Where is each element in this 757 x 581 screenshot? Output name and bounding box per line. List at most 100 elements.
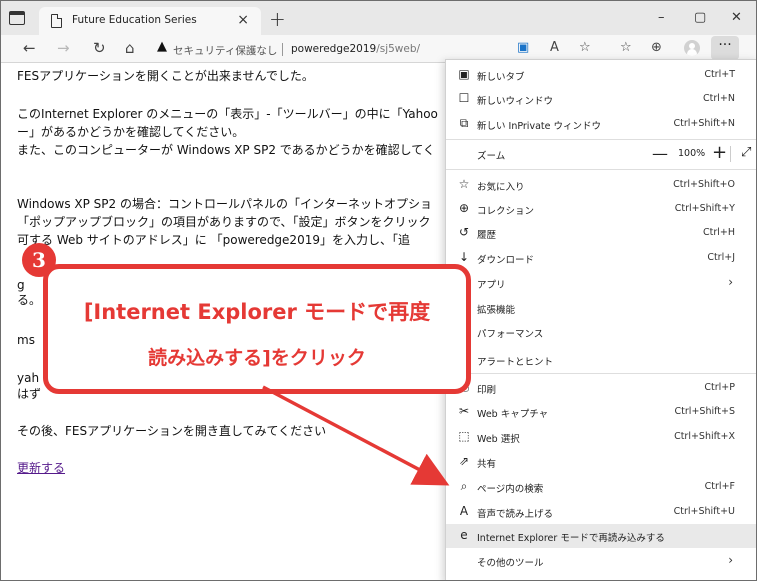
menu-separator (446, 139, 756, 140)
tab-close-icon[interactable]: × (237, 12, 249, 28)
collections-icon: ⊕ (458, 201, 470, 215)
menu-item-label: 印刷 (477, 385, 497, 396)
forward-button[interactable]: → (57, 39, 70, 57)
menu-item-web-select[interactable]: ⬚ Web 選択 Ctrl+Shift+X (446, 425, 756, 449)
menu-item-label: ズーム (477, 151, 506, 162)
settings-menu: ▣ 新しいタブ Ctrl+T ☐ 新しいウィンドウ Ctrl+N ⧉ 新しい I… (445, 59, 756, 580)
page-text-line: また、このコンピューターが Windows XP SP2 であるかどうかを確認し… (17, 143, 435, 157)
profile-avatar[interactable] (684, 40, 700, 56)
url-path: /sj5web/ (376, 43, 421, 55)
zoom-in-button[interactable]: + (712, 142, 727, 163)
menu-item-label: ダウンロード (477, 255, 535, 266)
menu-item-label: コレクション (477, 206, 535, 217)
menu-item-label: 拡張機能 (477, 305, 516, 316)
menu-item-favorites[interactable]: ☆ お気に入り Ctrl+Shift+O (446, 173, 756, 197)
fullscreen-icon[interactable]: ⤢ (741, 145, 751, 160)
new-window-icon: ☐ (458, 91, 470, 105)
security-status[interactable]: セキュリティ保護なし (173, 43, 277, 58)
menu-item-find[interactable]: ⌕ ページ内の検索 Ctrl+F (446, 475, 756, 499)
menu-item-collections[interactable]: ⊕ コレクション Ctrl+Shift+Y (446, 197, 756, 221)
menu-item-performance[interactable]: ♡ パフォーマンス (446, 320, 756, 344)
page-text-line: 可する Web サイトのアドレス」に 「poweredge2019」を入力し、「… (17, 233, 410, 247)
page-text-line: Windows XP SP2 の場合：コントロールパネルの「インターネットオプシ… (17, 197, 432, 211)
menu-item-more-tools[interactable]: その他のツール › (446, 549, 756, 573)
menu-item-shortcut: Ctrl+Shift+Y (674, 203, 735, 214)
menu-item-downloads[interactable]: ↓ ダウンロード Ctrl+J (446, 246, 756, 270)
menu-item-shortcut: Ctrl+Shift+N (673, 118, 735, 129)
menu-item-history[interactable]: ↺ 履歴 Ctrl+H (446, 221, 756, 245)
menu-item-shortcut: Ctrl+N (703, 93, 735, 104)
maximize-button[interactable]: ▢ (694, 10, 706, 25)
tab-title: Future Education Series (72, 14, 197, 26)
menu-item-shortcut: Ctrl+J (707, 252, 735, 263)
menu-item-share[interactable]: ⇗ 共有 (446, 450, 756, 474)
settings-more-button[interactable]: ··· (711, 36, 739, 60)
favorites-icon[interactable]: ☆ (620, 40, 632, 55)
web-capture-icon: ✂ (458, 404, 470, 418)
address-bar[interactable]: ▲ セキュリティ保護なし poweredge2019/sj5web/ (151, 37, 511, 61)
menu-item-apps[interactable]: ⊞ アプリ › (446, 271, 756, 295)
menu-item-shortcut: Ctrl+Shift+X (674, 431, 735, 442)
read-aloud-icon: A (459, 504, 469, 518)
address-divider (282, 43, 283, 56)
chevron-right-icon: › (728, 553, 733, 567)
menu-item-label: 新しいタブ (477, 72, 525, 83)
page-text-line: る。 (17, 293, 42, 307)
menu-item-alerts[interactable]: ♫ アラートとヒント (446, 348, 756, 372)
menu-item-label: アラートとヒント (477, 357, 554, 368)
menu-item-ie-mode-reload[interactable]: e Internet Explorer モードで再読み込みする (446, 524, 756, 548)
menu-item-label: Web キャプチャ (477, 409, 549, 420)
menu-item-shortcut: Ctrl+Shift+O (673, 179, 735, 190)
menu-item-inprivate[interactable]: ⧉ 新しい InPrivate ウィンドウ Ctrl+Shift+N (446, 112, 756, 136)
inprivate-icon: ⧉ (459, 116, 469, 130)
new-tab-button[interactable]: + (269, 7, 286, 31)
menu-item-shortcut: Ctrl+T (704, 69, 735, 80)
page-text-line: 「ポップアップブロック」の項目がありますので、「設定」ボタンをクリック (17, 215, 431, 229)
instruction-callout: [Internet Explorer モードで再度 読み込みする]をクリック (43, 264, 471, 394)
menu-item-label: 新しいウィンドウ (477, 96, 554, 107)
menu-item-print[interactable]: ⎙ 印刷 Ctrl+P (446, 376, 756, 400)
menu-item-label: 音声で読み上げる (477, 509, 554, 520)
back-button[interactable]: ← (23, 39, 36, 57)
callout-text-line2: 読み込みする]をクリック (148, 347, 366, 369)
page-text-line: その後、FESアプリケーションを開き直してみてください (17, 424, 327, 438)
step-number-badge: 3 (22, 243, 56, 277)
menu-item-extensions[interactable]: ◈ 拡張機能 (446, 296, 756, 320)
chevron-right-icon: › (728, 275, 733, 289)
menu-item-shortcut: Ctrl+P (704, 382, 735, 393)
page-text-line: ー」があるかどうかを確認してください。 (17, 125, 245, 139)
close-window-button[interactable]: ✕ (731, 10, 742, 25)
menu-item-zoom: ズーム — 100% + ⤢ (446, 142, 756, 166)
history-icon: ↺ (458, 225, 470, 239)
page-text-line: FESアプリケーションを開くことが出来ませんでした。 (17, 69, 314, 83)
menu-item-web-capture[interactable]: ✂ Web キャプチャ Ctrl+Shift+S (446, 400, 756, 424)
warning-icon[interactable]: ▲ (157, 39, 167, 54)
minimize-button[interactable]: – (658, 10, 665, 25)
new-tab-icon: ▣ (458, 67, 470, 81)
read-aloud-icon[interactable]: A (550, 40, 559, 55)
menu-item-new-window[interactable]: ☐ 新しいウィンドウ Ctrl+N (446, 87, 756, 111)
zoom-out-button[interactable]: — (652, 144, 668, 163)
app-available-icon[interactable]: ▣ (517, 40, 529, 55)
add-favorite-icon[interactable]: ☆ (579, 40, 591, 55)
browser-window: Future Education Series × + – ▢ ✕ ← → ↻ … (0, 0, 757, 581)
collections-icon[interactable]: ⊕ (651, 40, 662, 55)
menu-item-label: 履歴 (477, 230, 497, 241)
zoom-level: 100% (678, 148, 706, 159)
favorites-icon: ☆ (458, 177, 470, 191)
menu-item-new-tab[interactable]: ▣ 新しいタブ Ctrl+T (446, 63, 756, 87)
home-button[interactable]: ⌂ (125, 39, 135, 57)
refresh-link[interactable]: 更新する (17, 459, 65, 477)
menu-item-shortcut: Ctrl+Shift+U (673, 506, 735, 517)
zoom-divider (730, 146, 731, 162)
menu-item-label: その他のツール (477, 558, 544, 569)
menu-separator (446, 373, 756, 374)
refresh-button[interactable]: ↻ (93, 39, 106, 57)
callout-text-line1: [Internet Explorer モードで再度 (83, 300, 431, 324)
page-text-line: このInternet Explorer のメニューの「表示」-「ツールバー」の中… (17, 107, 438, 121)
tab-actions-icon[interactable] (9, 11, 25, 25)
tab-active[interactable]: Future Education Series × (39, 7, 261, 35)
menu-item-label: アプリ (477, 280, 506, 291)
url-text[interactable]: poweredge2019/sj5web/ (291, 43, 420, 55)
menu-item-read-aloud[interactable]: A 音声で読み上げる Ctrl+Shift+U (446, 500, 756, 524)
